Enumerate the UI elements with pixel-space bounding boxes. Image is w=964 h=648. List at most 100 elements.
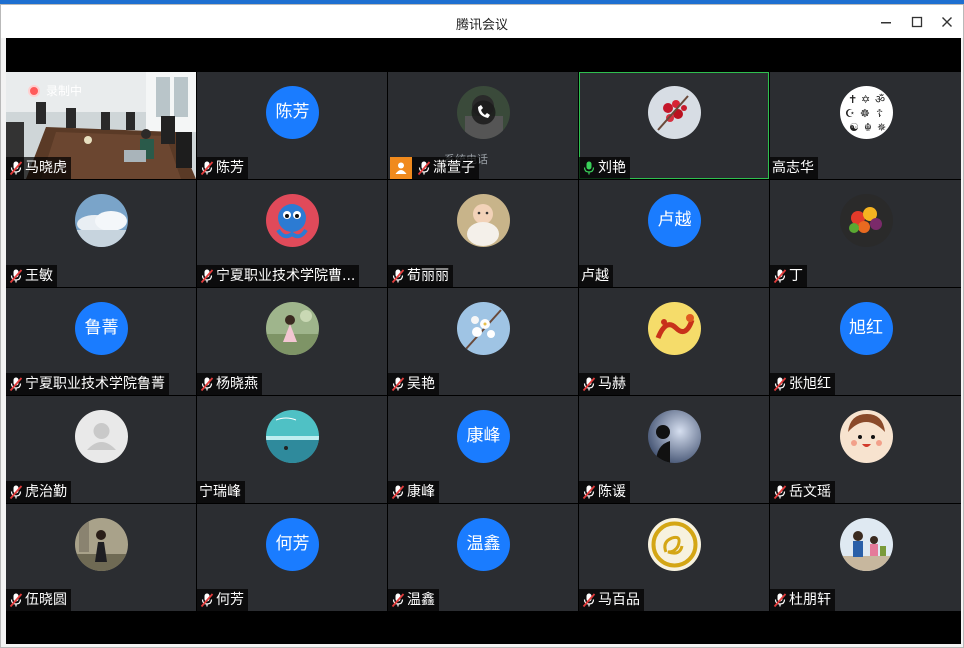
mic-muted-icon (8, 484, 24, 500)
participant-tile[interactable]: 系统电话潇萱子 (388, 72, 578, 179)
participant-name: 丁 (789, 268, 803, 284)
mic-muted-icon (199, 592, 215, 608)
participant-tile[interactable]: 杜朋轩 (770, 504, 961, 611)
participant-tile[interactable]: 宁夏职业技术学院曹... (197, 180, 387, 287)
window-title: 腾讯会议 (455, 18, 508, 33)
mic-muted-icon (8, 268, 24, 284)
avatar (839, 518, 893, 571)
participant-tile[interactable]: 刘艳 (579, 72, 769, 179)
participant-tile[interactable]: 荀丽丽 (388, 180, 578, 287)
avatar-initials: 鲁菁 (75, 302, 128, 355)
avatar-initials: 何芳 (266, 518, 319, 571)
participant-tile[interactable]: 卢越 卢越 (579, 180, 769, 287)
participant-tile[interactable]: 杨晓燕 (197, 288, 387, 395)
mic-muted-icon (581, 592, 597, 608)
avatar-initials: 康峰 (457, 410, 510, 463)
participant-tile[interactable]: 陈芳 陈芳 (197, 72, 387, 179)
participant-nameplate: 高志华 (770, 157, 818, 179)
participant-name: 杨晓燕 (216, 376, 258, 392)
avatar (839, 410, 893, 463)
avatar (266, 194, 319, 247)
avatar (266, 302, 319, 355)
svg-text:✵: ✵ (877, 121, 886, 134)
record-icon (28, 85, 40, 97)
participant-name: 何芳 (216, 592, 244, 608)
avatar-initials: 陈芳 (266, 86, 319, 139)
participant-name: 卢越 (581, 268, 609, 284)
phone-user-icon (390, 157, 412, 179)
participant-tile[interactable]: 马赫 (579, 288, 769, 395)
avatar (75, 410, 128, 463)
mic-muted-icon (581, 376, 597, 392)
participant-name: 荀丽丽 (407, 268, 449, 284)
minimize-button[interactable] (875, 11, 897, 33)
participant-tile[interactable]: 康峰 康峰 (388, 396, 578, 503)
participant-nameplate: 陈芳 (197, 157, 248, 179)
mic-muted-icon (8, 592, 24, 608)
mic-muted-icon (199, 268, 215, 284)
participant-tile[interactable]: 吴艳 (388, 288, 578, 395)
participant-nameplate: 宁夏职业技术学院鲁菁 (6, 373, 169, 395)
svg-text:ॐ: ॐ (875, 93, 885, 106)
participant-nameplate: 何芳 (197, 589, 248, 611)
participant-nameplate: 宁瑞峰 (197, 481, 245, 503)
participant-name: 马百品 (598, 592, 640, 608)
avatar (648, 302, 701, 355)
participant-tile[interactable]: 岳文瑶 (770, 396, 961, 503)
svg-text:✝: ✝ (848, 93, 857, 106)
participant-nameplate: 康峰 (388, 481, 439, 503)
maximize-button[interactable] (906, 11, 928, 33)
avatar (648, 86, 701, 139)
avatar-initials: 卢越 (648, 194, 701, 247)
participant-name: 康峰 (407, 484, 435, 500)
avatar (75, 518, 128, 571)
svg-text:☦: ☦ (876, 107, 883, 120)
participant-name: 宁瑞峰 (199, 484, 241, 500)
svg-text:☯: ☯ (849, 121, 859, 134)
participant-name: 虎治勤 (25, 484, 67, 500)
participant-nameplate: 伍晓圆 (6, 589, 71, 611)
mic-muted-icon (772, 484, 788, 500)
participant-name: 陈芳 (216, 160, 244, 176)
avatar (266, 410, 319, 463)
mic-muted-icon (199, 160, 215, 176)
participant-tile[interactable]: ✝ ✡ ॐ ☪ ☸ ☦ ☯ ☬ ✵ 高志华 (770, 72, 961, 179)
recording-label: 录制中 (46, 84, 83, 98)
participant-name: 马晓虎 (25, 160, 67, 176)
close-button[interactable] (936, 11, 958, 33)
participant-name: 高志华 (772, 160, 814, 176)
mic-muted-icon (772, 592, 788, 608)
participant-tile[interactable]: 马百品 (579, 504, 769, 611)
participant-tile[interactable]: 伍晓圆 (6, 504, 196, 611)
mic-muted-icon (390, 592, 406, 608)
recording-badge: 录制中 (28, 83, 82, 99)
meeting-window: 腾讯会议 录制中马晓虎陈芳陈芳系统电话潇萱子刘艳✝✡ॐ☪☸☦☯☬✵高志华王敏宁夏… (0, 4, 964, 648)
participant-tile[interactable]: 陈谖 (579, 396, 769, 503)
avatar-initials: 温鑫 (457, 518, 510, 571)
svg-text:✡: ✡ (861, 93, 870, 106)
avatar (75, 194, 128, 247)
participant-tile[interactable]: 宁瑞峰 (197, 396, 387, 503)
participant-tile[interactable]: 录制中马晓虎 (6, 72, 196, 179)
participant-name: 马赫 (598, 376, 626, 392)
participant-name: 潇萱子 (433, 160, 475, 176)
participant-tile[interactable]: 温鑫 温鑫 (388, 504, 578, 611)
participant-nameplate: 丁 (770, 265, 807, 287)
avatar (648, 410, 701, 463)
mic-muted-icon (8, 160, 24, 176)
participant-tile[interactable]: 鲁菁宁夏职业技术学院鲁菁 (6, 288, 196, 395)
participant-tile[interactable]: 旭红 张旭红 (770, 288, 961, 395)
participant-nameplate: 温鑫 (388, 589, 439, 611)
avatar (457, 194, 510, 247)
participant-tile[interactable]: 何芳 何芳 (197, 504, 387, 611)
participant-nameplate: 马百品 (579, 589, 644, 611)
participant-name: 伍晓圆 (25, 592, 67, 608)
participant-name: 陈谖 (598, 484, 626, 500)
participant-nameplate: 吴艳 (388, 373, 439, 395)
participant-tile[interactable]: 王敏 (6, 180, 196, 287)
mic-muted-icon (581, 484, 597, 500)
participant-tile[interactable]: 丁 (770, 180, 961, 287)
participant-tile[interactable]: 虎治勤 (6, 396, 196, 503)
participant-name: 吴艳 (407, 376, 435, 392)
close-icon (942, 17, 952, 27)
